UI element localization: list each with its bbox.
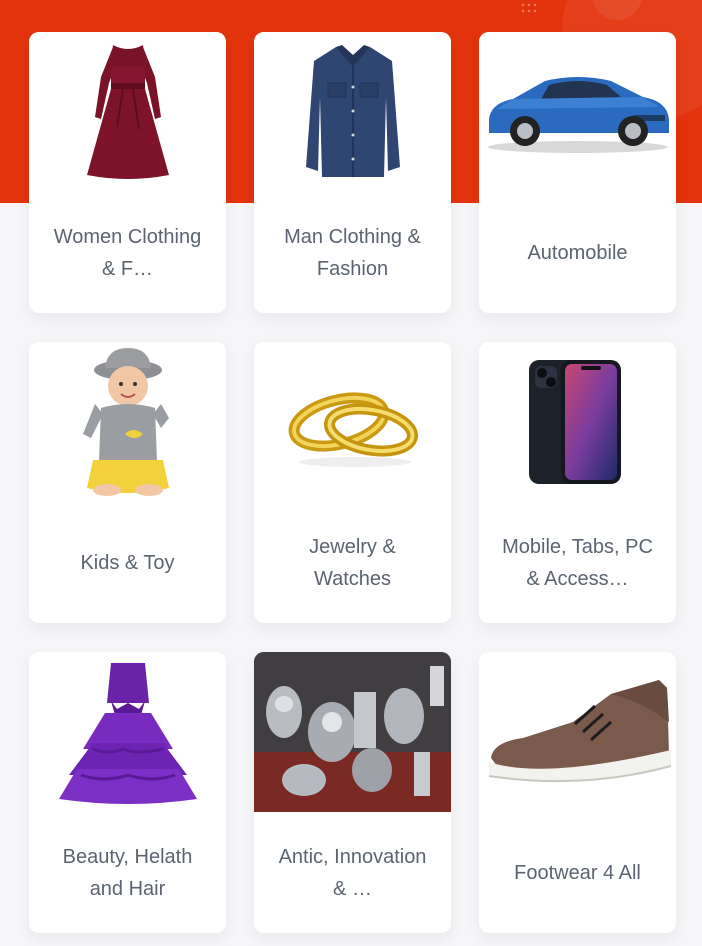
dress-icon xyxy=(29,32,226,192)
category-label: Jewelry & Watches xyxy=(309,535,396,590)
category-card-automobile[interactable]: Automobile xyxy=(479,32,676,313)
category-label: Automobile xyxy=(527,241,628,264)
category-label: Antic, Innovation & … xyxy=(278,845,427,900)
category-card-women-clothing[interactable]: Women Clothing & F… xyxy=(29,32,226,313)
category-label: Beauty, Helath and Hair xyxy=(62,845,193,900)
decorative-dots xyxy=(520,2,538,16)
category-card-man-clothing[interactable]: Man Clothing & Fashion xyxy=(254,32,451,313)
category-label: Man Clothing & Fashion xyxy=(284,225,421,280)
category-card-footwear[interactable]: Footwear 4 All xyxy=(479,652,676,933)
shoe-icon xyxy=(479,652,676,812)
category-grid: Women Clothing & F… Man Clothing & Fashi… xyxy=(29,32,676,933)
car-icon xyxy=(479,32,676,192)
antique-silverware-icon xyxy=(254,652,451,812)
category-label: Footwear 4 All xyxy=(514,861,641,884)
category-label: Women Clothing & F… xyxy=(53,225,202,280)
category-card-beauty-health-hair[interactable]: Beauty, Helath and Hair xyxy=(29,652,226,933)
baby-icon xyxy=(29,342,226,502)
shirt-icon xyxy=(254,32,451,192)
category-label: Kids & Toy xyxy=(80,551,175,574)
category-card-mobile-tabs[interactable]: Mobile, Tabs, PC & Access… xyxy=(479,342,676,623)
category-label: Mobile, Tabs, PC & Access… xyxy=(502,535,653,590)
smartphone-icon xyxy=(479,342,676,502)
category-card-jewelry-watches[interactable]: Jewelry & Watches xyxy=(254,342,451,623)
rings-icon xyxy=(254,342,451,502)
category-card-kids-toy[interactable]: Kids & Toy xyxy=(29,342,226,623)
category-card-antic-innovation[interactable]: Antic, Innovation & … xyxy=(254,652,451,933)
party-dress-icon xyxy=(29,652,226,812)
